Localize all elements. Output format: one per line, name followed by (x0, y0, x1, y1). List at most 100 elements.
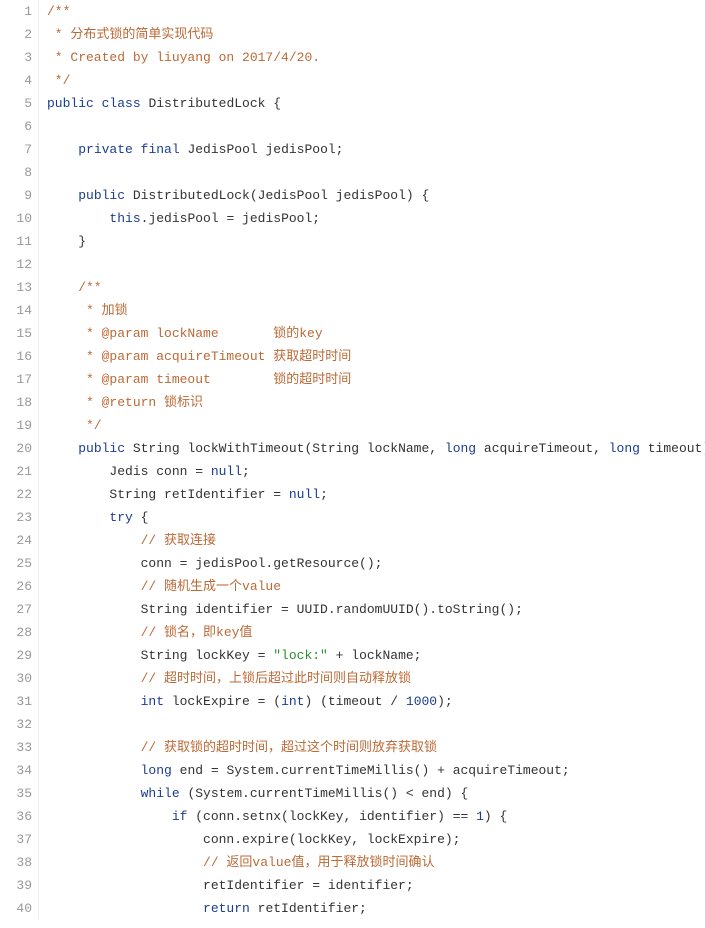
code-token: final (141, 142, 180, 157)
code-line[interactable] (47, 115, 705, 138)
code-token: long (445, 441, 476, 456)
code-token: .jedisPool = jedisPool; (141, 211, 320, 226)
code-line[interactable]: // 随机生成一个value (47, 575, 705, 598)
line-number: 14 (0, 299, 32, 322)
code-token: try (109, 510, 132, 525)
code-token (47, 533, 141, 548)
line-number: 11 (0, 230, 32, 253)
code-token (47, 625, 141, 640)
code-line[interactable]: */ (47, 414, 705, 437)
code-line[interactable]: String lockKey = "lock:" + lockName; (47, 644, 705, 667)
code-line[interactable]: private final JedisPool jedisPool; (47, 138, 705, 161)
code-token: // 获取连接 (141, 533, 216, 548)
code-token: // 超时时间，上锁后超过此时间则自动释放锁 (141, 671, 411, 686)
code-token (133, 142, 141, 157)
code-token: (conn.setnx(lockKey, identifier) == (187, 809, 476, 824)
code-line[interactable]: * 加锁 (47, 299, 705, 322)
line-number: 38 (0, 851, 32, 874)
code-token: retIdentifier = identifier; (47, 878, 414, 893)
code-line[interactable]: try { (47, 506, 705, 529)
line-number: 17 (0, 368, 32, 391)
code-token: int (141, 694, 164, 709)
code-line[interactable]: * @param lockName 锁的key (47, 322, 705, 345)
code-token (47, 694, 141, 709)
line-number: 18 (0, 391, 32, 414)
code-token: JedisPool jedisPool; (180, 142, 344, 157)
code-line[interactable]: retIdentifier = identifier; (47, 874, 705, 897)
code-line[interactable]: String identifier = UUID.randomUUID().to… (47, 598, 705, 621)
code-token (47, 763, 141, 778)
code-line[interactable]: long end = System.currentTimeMillis() + … (47, 759, 705, 782)
code-token: class (102, 96, 141, 111)
code-line[interactable]: } (47, 230, 705, 253)
code-token: /** (47, 4, 70, 19)
code-line[interactable]: public DistributedLock(JedisPool jedisPo… (47, 184, 705, 207)
code-line[interactable]: // 返回value值，用于释放锁时间确认 (47, 851, 705, 874)
code-line[interactable]: // 超时时间，上锁后超过此时间则自动释放锁 (47, 667, 705, 690)
line-number: 37 (0, 828, 32, 851)
line-number: 26 (0, 575, 32, 598)
code-line[interactable]: conn.expire(lockKey, lockExpire); (47, 828, 705, 851)
code-token: null (211, 464, 242, 479)
code-line[interactable]: if (conn.setnx(lockKey, identifier) == 1… (47, 805, 705, 828)
line-number: 7 (0, 138, 32, 161)
code-token: acquireTimeout, (476, 441, 609, 456)
code-line[interactable]: conn = jedisPool.getResource(); (47, 552, 705, 575)
code-line[interactable]: Jedis conn = null; (47, 460, 705, 483)
code-token: while (141, 786, 180, 801)
code-area[interactable]: /** * 分布式锁的简单实现代码 * Created by liuyang o… (39, 0, 705, 920)
code-token (47, 671, 141, 686)
code-line[interactable]: /** (47, 0, 705, 23)
code-line[interactable]: * @param acquireTimeout 获取超时时间 (47, 345, 705, 368)
code-line[interactable]: return retIdentifier; (47, 897, 705, 920)
code-token: private (78, 142, 133, 157)
code-line[interactable]: * @param timeout 锁的超时时间 (47, 368, 705, 391)
code-line[interactable]: // 获取连接 (47, 529, 705, 552)
code-line[interactable]: int lockExpire = (int) (timeout / 1000); (47, 690, 705, 713)
code-token: public (47, 96, 94, 111)
line-number: 40 (0, 897, 32, 920)
code-token (47, 901, 203, 916)
code-token: "lock:" (273, 648, 328, 663)
code-token: end = System.currentTimeMillis() + acqui… (172, 763, 570, 778)
line-number: 8 (0, 161, 32, 184)
code-token (94, 96, 102, 111)
line-number: 30 (0, 667, 32, 690)
code-token: return (203, 901, 250, 916)
code-line[interactable]: * Created by liuyang on 2017/4/20. (47, 46, 705, 69)
line-number: 29 (0, 644, 32, 667)
line-number: 6 (0, 115, 32, 138)
line-number: 10 (0, 207, 32, 230)
code-token: ) { (484, 809, 507, 824)
code-line[interactable]: * 分布式锁的简单实现代码 (47, 23, 705, 46)
code-token: DistributedLock(JedisPool jedisPool) { (125, 188, 429, 203)
code-line[interactable]: String retIdentifier = null; (47, 483, 705, 506)
code-line[interactable]: */ (47, 69, 705, 92)
code-token: long (609, 441, 640, 456)
code-token: + lockName; (328, 648, 422, 663)
line-number: 22 (0, 483, 32, 506)
code-line[interactable]: // 锁名，即key值 (47, 621, 705, 644)
code-line[interactable]: while (System.currentTimeMillis() < end)… (47, 782, 705, 805)
code-line[interactable]: this.jedisPool = jedisPool; (47, 207, 705, 230)
line-number: 3 (0, 46, 32, 69)
code-token: if (172, 809, 188, 824)
line-number: 34 (0, 759, 32, 782)
code-token: DistributedLock { (141, 96, 281, 111)
code-line[interactable] (47, 253, 705, 276)
code-token: int (281, 694, 304, 709)
code-line[interactable]: public String lockWithTimeout(String loc… (47, 437, 705, 460)
code-line[interactable] (47, 161, 705, 184)
line-number: 9 (0, 184, 32, 207)
code-token: /** (47, 280, 102, 295)
code-token: String identifier = UUID.randomUUID().to… (47, 602, 523, 617)
code-line[interactable]: /** (47, 276, 705, 299)
code-token: String lockKey = (47, 648, 273, 663)
code-token: * @param acquireTimeout 获取超时时间 (47, 349, 351, 364)
code-token: { (133, 510, 149, 525)
code-line[interactable]: public class DistributedLock { (47, 92, 705, 115)
line-number: 25 (0, 552, 32, 575)
code-line[interactable] (47, 713, 705, 736)
code-line[interactable]: // 获取锁的超时时间，超过这个时间则放弃获取锁 (47, 736, 705, 759)
code-line[interactable]: * @return 锁标识 (47, 391, 705, 414)
